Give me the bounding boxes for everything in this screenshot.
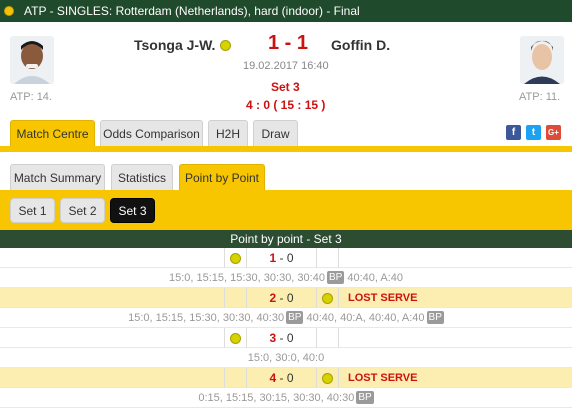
game-score-separator: - [276, 291, 287, 305]
current-set-label: Set 3 [271, 80, 300, 94]
tab-match-centre[interactable]: Match Centre [10, 120, 95, 146]
home-player-name[interactable]: Tsonga J-W. [134, 37, 232, 53]
home-cell [0, 328, 225, 348]
serving-ball-icon [230, 332, 241, 344]
game-row: 2 - 0 LOST SERVE [0, 288, 572, 308]
points-text: 15:0, 15:15, 15:30, 30:30, 30:40 [168, 271, 325, 284]
game-score-away: 0 [286, 331, 294, 345]
break-point-badge: BP [326, 271, 345, 284]
serving-ball-icon [230, 252, 241, 264]
game-score-home: 4 [269, 371, 277, 385]
main-tab-bar: Match Centre Odds Comparison H2H Draw f … [0, 120, 572, 152]
sets-score: 1 - 1 [268, 32, 309, 54]
game-score-separator: - [276, 251, 287, 265]
point-by-point-table: 1 - 0 15:0, 15:15, 15:30, 30:30, 30:40 BP… [0, 248, 572, 408]
away-serve-cell [317, 328, 339, 348]
home-cell [0, 248, 225, 268]
sub-tab-bar: Match Summary Statistics Point by Point [0, 152, 572, 190]
game-row: 1 - 0 [0, 248, 572, 268]
game-score-home: 1 [269, 251, 277, 265]
away-serve-cell [317, 248, 339, 268]
away-player-rank: ATP: 11. [519, 91, 561, 103]
tab-point-by-point[interactable]: Point by Point [179, 164, 265, 190]
tennis-ball-icon [4, 6, 14, 16]
break-point-badge: BP [356, 391, 374, 404]
game-score: 1 - 0 [247, 248, 317, 268]
tab-statistics[interactable]: Statistics [111, 164, 173, 190]
tab-h2h[interactable]: H2H [208, 120, 248, 146]
tab-odds-comparison[interactable]: Odds Comparison [100, 120, 203, 146]
away-serve-cell [317, 288, 339, 308]
home-serve-cell [225, 328, 247, 348]
serving-ball-icon [322, 372, 333, 384]
serving-indicator-icon [220, 39, 232, 51]
points-text: 15:0, 15:15, 15:30, 30:30, 40:30 [128, 311, 285, 324]
game-score-separator: - [276, 371, 287, 385]
points-text: 40:40, A:40 [344, 271, 404, 284]
game-score: 2 - 0 [247, 288, 317, 308]
lost-serve-label: LOST SERVE [348, 372, 418, 384]
away-player-avatar[interactable] [520, 36, 564, 84]
home-cell [0, 288, 225, 308]
home-cell [0, 368, 225, 388]
game-score-away: 0 [286, 291, 294, 305]
home-serve-cell [225, 288, 247, 308]
lost-serve-label: LOST SERVE [348, 292, 418, 304]
home-player-avatar[interactable] [10, 36, 54, 84]
serving-ball-icon [322, 292, 333, 304]
game-score-home: 3 [269, 331, 277, 345]
points-sequence: 15:0, 15:15, 15:30, 30:30, 30:40 BP 40:40… [0, 268, 572, 288]
points-text: 40:40, 40:A, 40:40, A:40 [303, 311, 425, 324]
break-point-badge: BP [286, 311, 304, 324]
game-score-away: 0 [286, 251, 294, 265]
sub-navigation: Match Summary Statistics Point by Point … [0, 152, 572, 230]
tab-match-summary[interactable]: Match Summary [10, 164, 105, 190]
facebook-share-icon[interactable]: f [506, 125, 521, 140]
set-1-button[interactable]: Set 1 [10, 198, 55, 223]
point-by-point-header: Point by point - Set 3 [0, 230, 572, 248]
game-score-away: 0 [286, 371, 294, 385]
set-2-button[interactable]: Set 2 [60, 198, 105, 223]
points-text: 15:0, 30:0, 40:0 [247, 351, 325, 364]
game-score-home: 2 [269, 291, 277, 305]
points-sequence: 15:0, 15:15, 15:30, 30:30, 40:30 BP 40:40… [0, 308, 572, 328]
title-bar: ATP - SINGLES: Rotterdam (Netherlands), … [0, 0, 572, 22]
match-datetime: 19.02.2017 16:40 [243, 60, 329, 72]
points-text: 0:15, 15:15, 30:15, 30:30, 40:30 [198, 391, 355, 404]
match-title: ATP - SINGLES: Rotterdam (Netherlands), … [24, 4, 360, 18]
tab-draw[interactable]: Draw [253, 120, 298, 146]
game-score: 3 - 0 [247, 328, 317, 348]
match-header: ATP: 14. Tsonga J-W. 1 - 1 Goffin D. 19.… [0, 22, 572, 120]
home-player-rank: ATP: 14. [10, 91, 52, 103]
home-serve-cell [225, 368, 247, 388]
twitter-share-icon[interactable]: t [526, 125, 541, 140]
home-player-link[interactable]: Tsonga J-W. [134, 37, 215, 53]
game-row: 4 - 0 LOST SERVE [0, 368, 572, 388]
game-row: 3 - 0 [0, 328, 572, 348]
set-3-button[interactable]: Set 3 [110, 198, 155, 223]
break-point-badge: BP [426, 311, 444, 324]
google-plus-share-icon[interactable]: G+ [546, 125, 561, 140]
away-serve-cell [317, 368, 339, 388]
home-serve-cell [225, 248, 247, 268]
game-score-separator: - [276, 331, 287, 345]
points-sequence: 15:0, 30:0, 40:0 [0, 348, 572, 368]
points-sequence: 0:15, 15:15, 30:15, 30:30, 40:30 BP [0, 388, 572, 408]
away-player-name[interactable]: Goffin D. [331, 37, 390, 53]
game-score: 4 - 0 [247, 368, 317, 388]
game-note [339, 328, 572, 348]
current-game-score: 4 : 0 ( 15 : 15 ) [246, 98, 326, 112]
set-selector-bar: Set 1 Set 2 Set 3 [0, 190, 572, 230]
game-note [339, 248, 572, 268]
